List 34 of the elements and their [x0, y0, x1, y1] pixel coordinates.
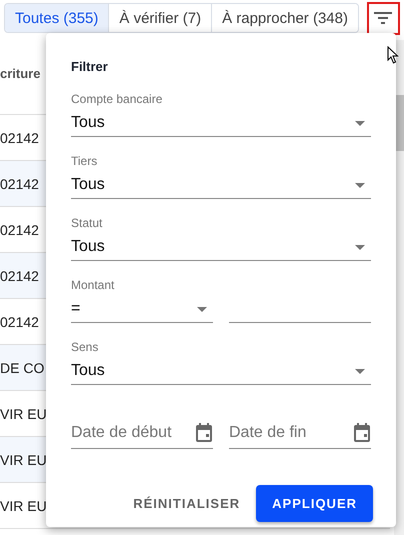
table-cell: VIR EU	[0, 452, 47, 468]
dropdown-caret-icon	[355, 244, 365, 250]
table-cell: 02142	[0, 130, 39, 146]
apply-button[interactable]: APPLIQUER	[256, 485, 373, 522]
panel-title: Filtrer	[71, 59, 109, 74]
table-cell: VIR EU	[0, 498, 47, 514]
filter-icon	[374, 12, 392, 24]
table-cell: 02142	[0, 222, 39, 238]
select-field[interactable]: Tous	[71, 234, 371, 261]
select-field[interactable]: Tous	[71, 172, 371, 199]
field-label: Sens	[71, 340, 100, 354]
table-cell: 02142	[0, 314, 39, 330]
date-field[interactable]: Date de début	[71, 418, 213, 449]
table-cell: 02142	[0, 268, 39, 284]
field-label: Statut	[71, 216, 104, 230]
calendar-icon[interactable]	[353, 423, 371, 443]
dropdown-caret-icon	[355, 368, 365, 374]
column-header: criture	[0, 66, 40, 81]
field-label: Compte bancaire	[71, 92, 164, 106]
table-cell: VIR EU	[0, 406, 47, 422]
field-label: Montant	[71, 278, 116, 292]
date-field[interactable]: Date de fin	[229, 418, 371, 449]
dropdown-caret-icon	[355, 120, 365, 126]
reset-button[interactable]: RÉINITIALISER	[127, 485, 246, 522]
dropdown-caret-icon	[355, 182, 365, 188]
operator-select[interactable]: =	[71, 296, 213, 323]
select-field[interactable]: Tous	[71, 358, 371, 385]
table-cell: DE CO	[0, 360, 44, 376]
tab[interactable]: Toutes (355)	[5, 4, 110, 32]
field-label: Tiers	[71, 154, 98, 168]
dropdown-caret-icon	[197, 306, 207, 312]
table-cell: 02142	[0, 176, 39, 192]
calendar-icon[interactable]	[195, 423, 213, 443]
select-field[interactable]: Tous	[71, 110, 371, 137]
